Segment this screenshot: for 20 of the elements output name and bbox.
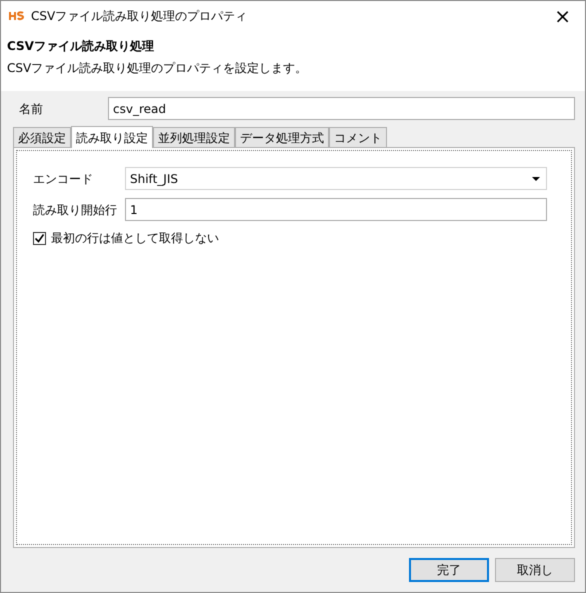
caret-icon <box>532 176 540 180</box>
cancel-button[interactable]: 取消し <box>495 558 575 582</box>
checkbox-label: 最初の行は値として取得しない <box>51 230 219 247</box>
finish-button[interactable]: 完了 <box>409 558 489 582</box>
tab[interactable]: コメント <box>329 127 387 147</box>
field-label: 読み取り開始行 <box>33 202 118 218</box>
tab[interactable]: 読み取り設定 <box>71 126 153 148</box>
name-field[interactable]: csv_read <box>108 97 575 120</box>
tab[interactable]: 必須設定 <box>13 127 71 147</box>
field-label: エンコード <box>33 170 94 188</box>
header-title: CSVファイル読み取り処理 <box>7 38 155 55</box>
checkbox[interactable] <box>33 232 46 244</box>
name-label: 名前 <box>18 100 44 118</box>
tab[interactable]: データ処理方式 <box>235 127 329 147</box>
header-description: CSVファイル読み取り処理のプロパティを設定します。 <box>7 60 308 77</box>
encoding-dropdown[interactable]: Shift_JIS <box>125 167 547 190</box>
close-button[interactable]: × <box>548 6 577 26</box>
start-row-field[interactable]: 1 <box>125 198 547 221</box>
tab[interactable]: 並列処理設定 <box>153 127 235 147</box>
window-title: CSVファイル読み取り処理のプロパティ <box>31 8 248 25</box>
